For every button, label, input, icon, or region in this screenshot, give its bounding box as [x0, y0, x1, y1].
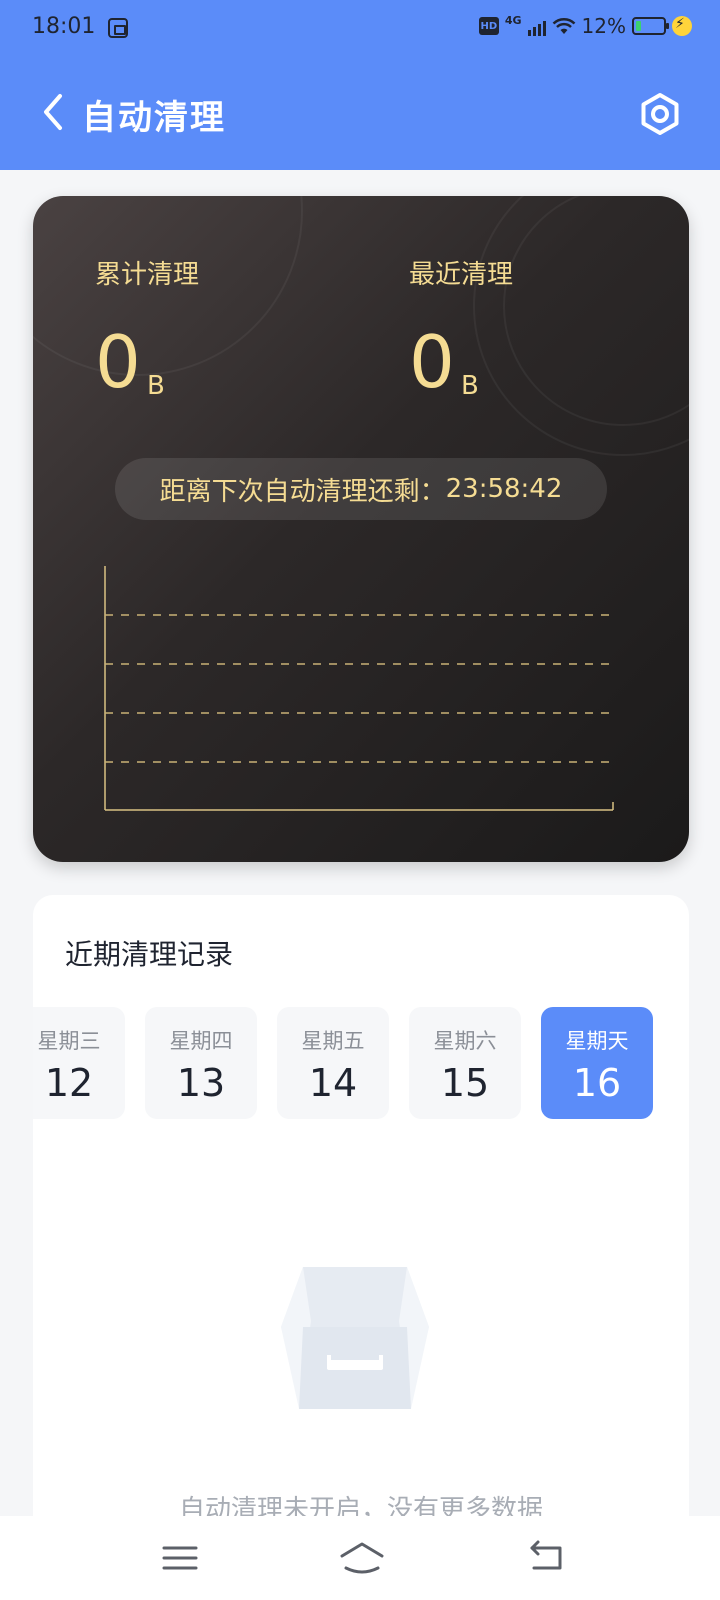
status-time: 18:01: [32, 14, 96, 39]
day-date: 14: [308, 1061, 358, 1105]
empty-box-icon: [281, 1267, 429, 1409]
back-arrow-icon[interactable]: [36, 92, 72, 132]
day-weekday: 星期三: [37, 1029, 101, 1053]
status-bar: 18:01 HD 4G 12%: [0, 0, 720, 60]
day-date: 13: [176, 1061, 226, 1105]
signal-icon: [527, 16, 546, 36]
battery-percent: 12%: [581, 14, 626, 38]
day-item-sunday[interactable]: 星期天 16: [541, 1007, 653, 1119]
page-title: 自动清理: [82, 98, 226, 138]
day-weekday: 星期天: [565, 1029, 629, 1053]
battery-icon: [632, 17, 669, 35]
status-icons: HD 4G 12%: [478, 13, 692, 38]
network-type: 4G: [504, 13, 522, 27]
menu-icon[interactable]: [160, 1538, 200, 1578]
day-weekday: 星期五: [301, 1029, 365, 1053]
day-item-friday[interactable]: 星期五 14: [277, 1007, 389, 1119]
day-item-saturday[interactable]: 星期六 15: [409, 1007, 521, 1119]
notification-app-icon: [108, 18, 128, 38]
app-header: 18:01 HD 4G 12% 自动清理: [0, 0, 720, 170]
wifi-icon: [552, 17, 575, 34]
home-icon[interactable]: [338, 1538, 386, 1578]
day-date: 16: [572, 1061, 622, 1105]
day-weekday: 星期四: [169, 1029, 233, 1053]
system-nav-bar: [0, 1516, 720, 1600]
day-item-wednesday[interactable]: 星期三 12: [33, 1007, 125, 1119]
day-selector[interactable]: 星期三 12 星期四 13 星期五 14 星期六 15 星期天 16: [33, 1007, 689, 1119]
day-date: 15: [440, 1061, 490, 1105]
settings-gear-icon[interactable]: [638, 92, 682, 136]
back-icon[interactable]: [526, 1538, 566, 1578]
recent-records-card: 近期清理记录 星期三 12 星期四 13 星期五 14 星期六 15 星期天 1…: [33, 895, 689, 1600]
cleanup-chart: [104, 566, 614, 811]
records-title: 近期清理记录: [65, 938, 234, 971]
day-item-thursday[interactable]: 星期四 13: [145, 1007, 257, 1119]
day-weekday: 星期六: [433, 1029, 497, 1053]
cleanup-stats-card: 累计清理 0 B 最近清理 0 B 距离下次自动清理还剩： 23:58:42: [33, 196, 689, 862]
charging-icon: [672, 16, 692, 36]
day-date: 12: [44, 1061, 94, 1105]
hd-icon: HD: [478, 17, 499, 35]
